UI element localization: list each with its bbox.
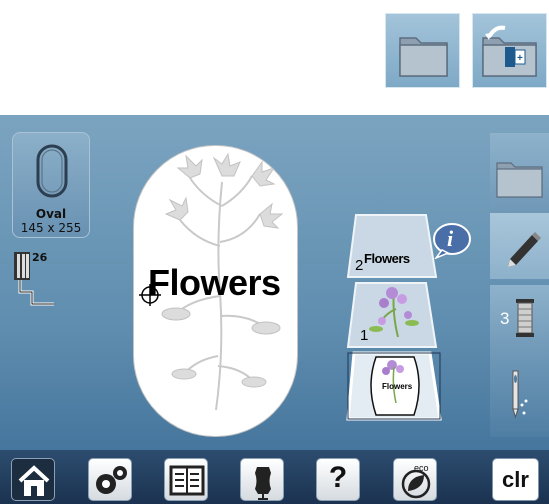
layer-label: Flowers xyxy=(364,251,410,266)
bottom-toolbar: ? eco clr xyxy=(0,450,549,504)
settings-button[interactable] xyxy=(88,458,132,501)
layer-number: 2 xyxy=(355,257,364,274)
svg-text:+: + xyxy=(517,53,523,64)
presser-foot-button[interactable]: 26 xyxy=(12,250,60,310)
tutorial-button[interactable] xyxy=(164,458,208,501)
layer-item-combined[interactable]: Flowers xyxy=(346,349,442,423)
sewing-screen: Oval 145 x 255 26 Flowers 2 Flowers i 1 … xyxy=(0,115,549,504)
layer-item-flowers[interactable]: 1 xyxy=(346,279,442,349)
pencil-icon xyxy=(508,232,541,267)
design-text: Flowers xyxy=(148,262,281,303)
leaf-icon xyxy=(401,469,431,499)
tab-folder[interactable] xyxy=(490,133,549,213)
transfer-button[interactable]: + xyxy=(472,13,547,88)
folder-transfer-icon: + xyxy=(482,25,537,77)
oval-hoop-icon xyxy=(36,144,68,198)
layer-number: 1 xyxy=(360,327,369,344)
creative-consultant-button[interactable] xyxy=(240,458,284,501)
layer-preview-text: Flowers xyxy=(382,382,413,391)
open-folder-button[interactable] xyxy=(385,13,460,88)
thread-spool-icon xyxy=(516,299,534,337)
folder-icon xyxy=(496,162,543,198)
crosshair-icon xyxy=(139,284,161,306)
eco-button[interactable]: eco xyxy=(393,458,437,501)
info-button[interactable]: i xyxy=(432,223,472,259)
tab-edit[interactable] xyxy=(490,213,549,279)
hoop-size: 145 x 255 xyxy=(20,221,82,235)
layer-item-text[interactable]: 2 Flowers xyxy=(346,211,442,279)
embroidery-hoop-area[interactable]: Flowers xyxy=(133,145,298,437)
dress-form-icon xyxy=(255,467,271,500)
embroidery-screen: + Oval 145 x 255 26 Flowers 2 Flowers i … xyxy=(0,0,549,504)
help-button[interactable]: ? xyxy=(316,458,360,501)
folder-icon xyxy=(399,37,448,77)
tab-thread-colors[interactable]: 3 xyxy=(490,285,549,355)
help-icon: ? xyxy=(328,461,348,494)
gears-icon xyxy=(96,466,127,494)
book-icon xyxy=(169,465,205,496)
clear-button[interactable]: clr xyxy=(492,458,539,501)
home-button[interactable] xyxy=(11,458,55,501)
home-icon xyxy=(18,465,50,496)
tab-stitch[interactable] xyxy=(490,355,549,437)
presser-foot-number: 26 xyxy=(32,251,48,264)
info-letter: i xyxy=(447,226,454,251)
hoop-selection-button[interactable]: Oval 145 x 255 xyxy=(12,132,90,238)
hoop-name: Oval xyxy=(35,207,67,221)
needle-icon xyxy=(512,370,528,419)
